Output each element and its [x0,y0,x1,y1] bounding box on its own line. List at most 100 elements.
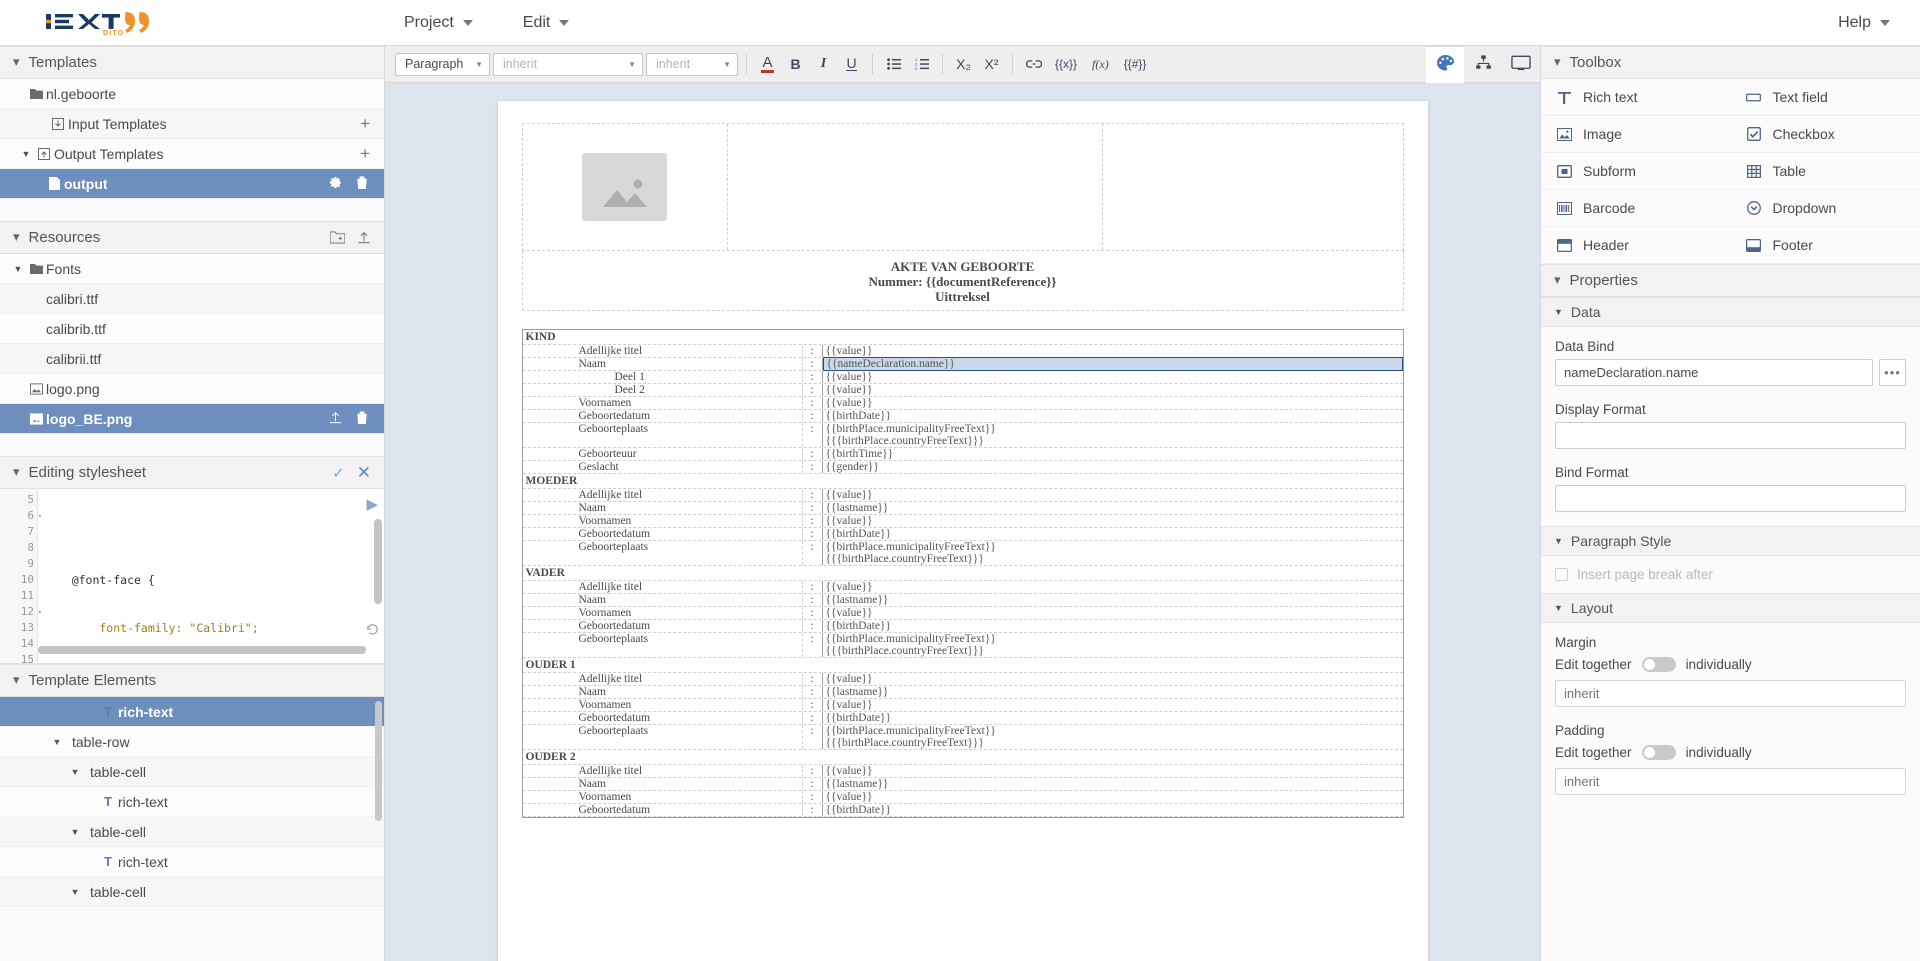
toolbox-item-header[interactable]: Header [1541,227,1731,264]
table-row[interactable]: Geboortedatum:{{birthDate}} [523,804,1403,817]
margin-input[interactable] [1555,680,1906,707]
table-row[interactable]: Deel 2:{{value}} [523,384,1403,397]
table-row[interactable]: Naam:{{nameDeclaration.name}} [523,358,1403,371]
table-row[interactable]: Naam:{{lastname}} [523,778,1403,791]
bind-format-input[interactable] [1555,485,1906,512]
upload-icon[interactable] [357,231,371,244]
table-row[interactable]: Voornamen:{{value}} [523,607,1403,620]
toolbox-item-image[interactable]: Image [1541,116,1731,153]
collapse-arrow-icon[interactable]: ▼ [68,887,82,897]
document-title-block[interactable]: AKTE VAN GEBOORTE Nummer: {{documentRefe… [522,251,1404,311]
toolbox-item-checkbox[interactable]: Checkbox [1731,116,1920,153]
row-value[interactable]: {{value}} [823,397,1403,409]
tree-item-nl-geboorte[interactable]: nl.geboorte [0,79,384,109]
menu-project[interactable]: Project [400,8,477,38]
function-icon[interactable]: f(x) [1086,52,1115,76]
close-icon[interactable]: ✕ [357,463,371,483]
row-value[interactable]: {{value}} [823,384,1403,396]
editor-vertical-scrollbar[interactable] [374,519,382,604]
document-data-table[interactable]: KIND Adellijke titel:{{value}} Naam:{{na… [522,329,1404,818]
row-value[interactable]: {{value}} [823,765,1403,777]
table-row[interactable]: Voornamen:{{value}} [523,699,1403,712]
underline-icon[interactable]: U [839,52,864,76]
structure-view-tab[interactable] [1464,46,1502,83]
row-value[interactable]: {{birthPlace.municipalityFreeText}} {{{b… [823,423,1403,447]
table-row[interactable]: Naam:{{lastname}} [523,594,1403,607]
download-icon[interactable] [329,411,342,427]
bullet-list-icon[interactable] [881,52,906,76]
tree-item-fonts[interactable]: ▼ Fonts [0,254,384,284]
section-stylesheet-header[interactable]: ▾ Editing stylesheet ✓ ✕ [0,456,384,489]
table-row[interactable]: Geboorteplaats:{{birthPlace.municipality… [523,633,1403,658]
header-middle-cell[interactable] [728,124,1103,250]
table-row[interactable]: Geboortedatum:{{birthDate}} [523,410,1403,423]
row-value[interactable]: {{birthPlace.municipalityFreeText}} {{{b… [823,633,1403,657]
row-value[interactable]: {{birthDate}} [823,410,1403,422]
font-size-select[interactable]: inherit ▼ [646,53,738,76]
row-value[interactable]: {{value}} [823,791,1403,803]
document-canvas[interactable]: AKTE VAN GEBOORTE Nummer: {{documentRefe… [385,83,1540,961]
hash-placeholder-icon[interactable]: {{#}} [1118,52,1153,76]
tree-item-input-templates[interactable]: Input Templates + [0,109,384,139]
numbered-list-icon[interactable]: 123 [909,52,934,76]
toolbox-item-footer[interactable]: Footer [1731,227,1920,264]
section-template-elements-header[interactable]: ▾ Template Elements [0,664,384,697]
design-view-tab[interactable] [1426,46,1464,83]
document-page[interactable]: AKTE VAN GEBOORTE Nummer: {{documentRefe… [498,101,1428,961]
element-row-rich-text[interactable]: T rich-text [0,847,384,877]
table-row[interactable]: Voornamen:{{value}} [523,397,1403,410]
subscript-icon[interactable]: X₂ [951,52,976,76]
revert-icon[interactable] [366,623,379,639]
new-folder-icon[interactable] [330,231,345,244]
collapse-arrow-icon[interactable]: ▼ [50,737,64,747]
table-row[interactable]: Voornamen:{{value}} [523,791,1403,804]
row-value[interactable]: {{value}} [823,673,1403,685]
row-value[interactable]: {{lastname}} [823,502,1403,514]
table-row[interactable]: Adellijke titel:{{value}} [523,673,1403,686]
element-row-rich-text[interactable]: T rich-text [0,697,384,727]
add-output-template-button[interactable]: + [360,145,374,162]
font-family-select[interactable]: inherit ▼ [493,53,643,76]
section-templates-header[interactable]: ▾ Templates [0,46,384,79]
row-value[interactable]: {{value}} [823,489,1403,501]
row-value[interactable]: {{lastname}} [823,778,1403,790]
menu-help[interactable]: Help [1834,8,1894,38]
run-stylesheet-icon[interactable]: ▶ [366,495,378,513]
table-row[interactable]: Adellijke titel:{{value}} [523,765,1403,778]
row-value[interactable]: {{value}} [823,607,1403,619]
collapse-arrow-icon[interactable]: ▼ [10,264,26,274]
row-value[interactable]: {{value}} [823,581,1403,593]
table-row[interactable]: Adellijke titel:{{value}} [523,581,1403,594]
tree-item-output-templates[interactable]: ▼ Output Templates + [0,139,384,169]
row-value[interactable]: {{value}} [823,699,1403,711]
table-row[interactable]: Geboortedatum:{{birthDate}} [523,712,1403,725]
header-right-cell[interactable] [1103,124,1403,250]
element-row-table-row[interactable]: ▼ table-row [0,727,384,757]
section-resources-header[interactable]: ▾ Resources [0,221,384,254]
tree-item-calibrib-ttf[interactable]: calibrib.ttf [0,314,384,344]
collapse-arrow-icon[interactable]: ▼ [68,827,82,837]
element-row-table-cell[interactable]: ▼ table-cell [0,817,384,847]
row-value-selected[interactable]: {{nameDeclaration.name}} [823,357,1403,371]
paragraph-style-select[interactable]: Paragraph ▼ [395,53,490,76]
row-value[interactable]: {{value}} [823,345,1403,357]
table-row[interactable]: Geboorteuur:{{birthTime}} [523,448,1403,461]
element-row-rich-text[interactable]: T rich-text [0,787,384,817]
section-toolbox-header[interactable]: ▾ Toolbox [1541,46,1920,79]
tree-item-output[interactable]: output [0,169,384,199]
table-row[interactable]: Adellijke titel:{{value}} [523,489,1403,502]
data-bind-browse-button[interactable]: ••• [1879,359,1906,386]
row-value[interactable]: {{birthTime}} [823,448,1403,460]
data-bind-input[interactable] [1555,359,1873,386]
confirm-icon[interactable]: ✓ [332,464,345,482]
table-row[interactable]: Geslacht:{{gender}} [523,461,1403,474]
stylesheet-editor[interactable]: 5 6 7 8 9 10 11 12 13 14 15 16 @font-fac… [0,489,384,664]
row-value[interactable]: {{birthDate}} [823,620,1403,632]
row-value[interactable]: {{lastname}} [823,686,1403,698]
add-input-template-button[interactable]: + [360,115,374,132]
margin-edit-toggle[interactable] [1642,657,1676,672]
row-value[interactable]: {{birthPlace.municipalityFreeText}} {{{b… [823,541,1403,565]
tree-item-logo-be-png[interactable]: logo_BE.png [0,404,384,434]
padding-input[interactable] [1555,768,1906,795]
document-header-table[interactable] [522,123,1404,251]
